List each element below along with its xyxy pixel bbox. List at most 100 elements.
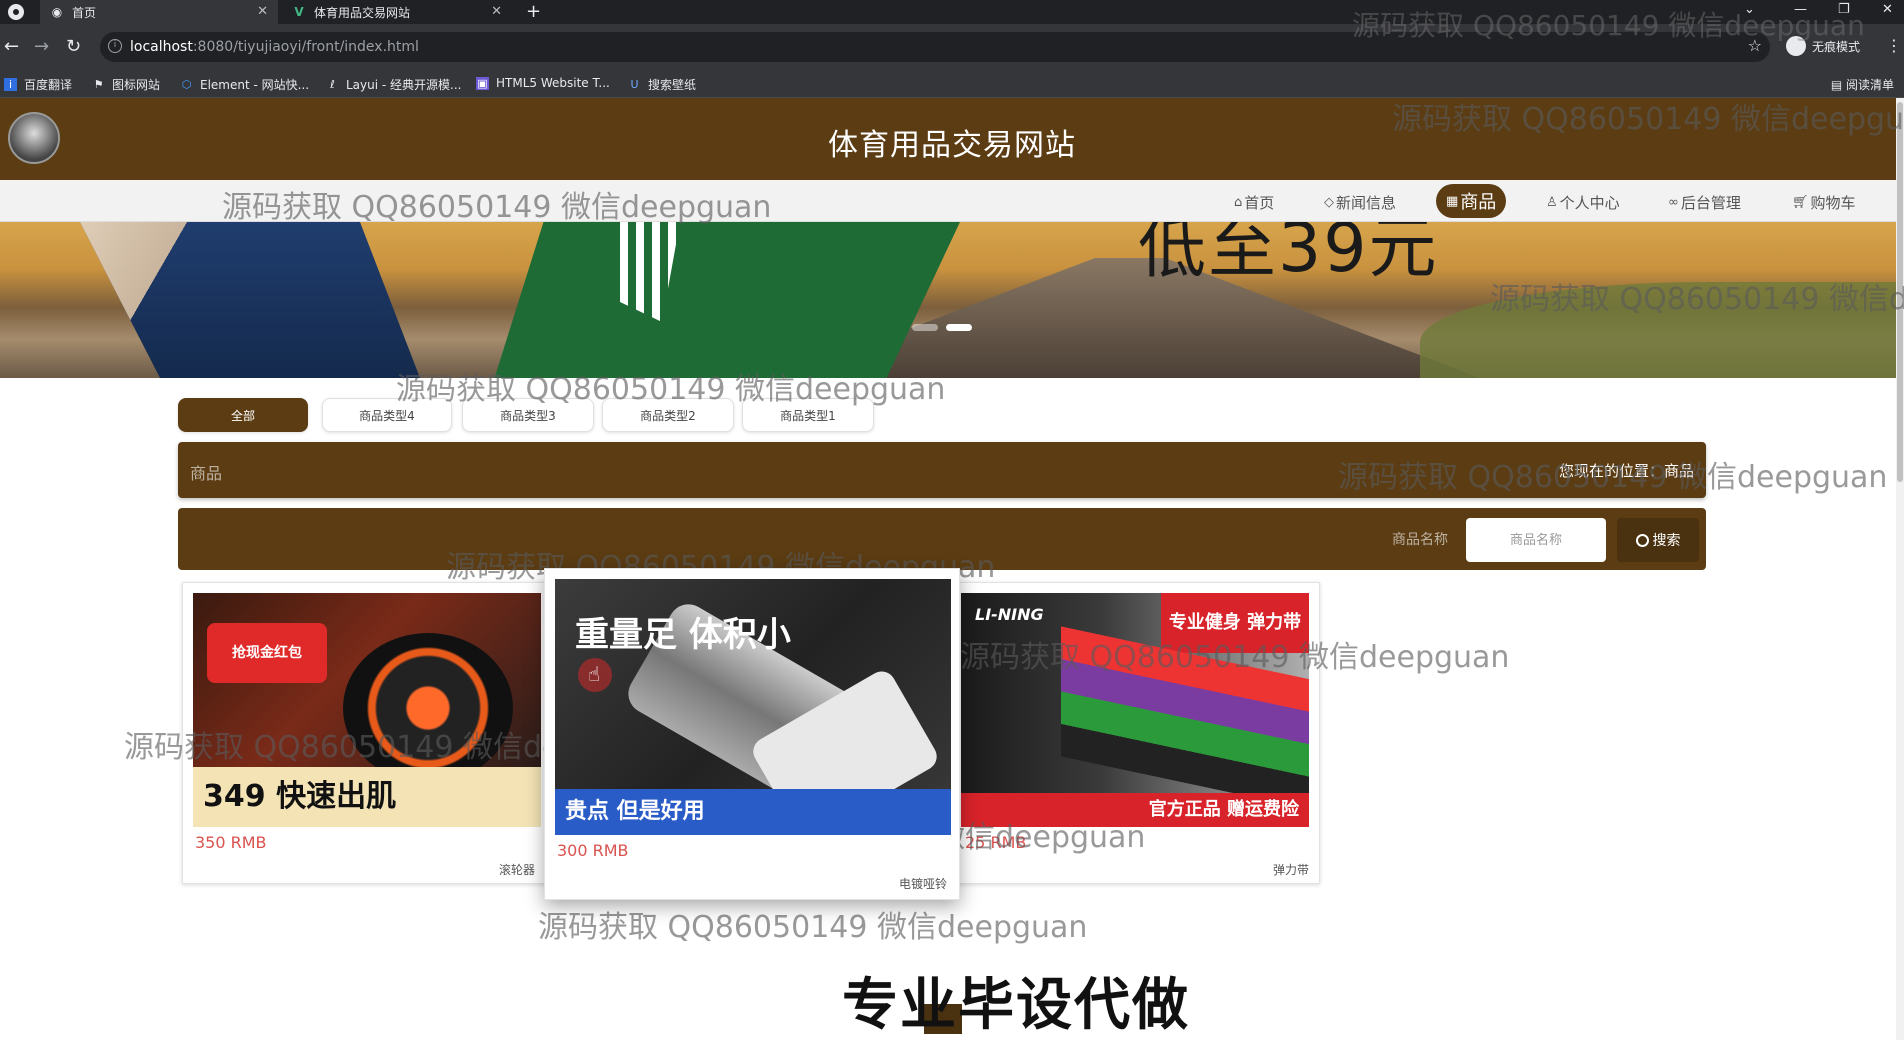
bottom-banner-text: 专业毕设代做	[842, 973, 1190, 1038]
product-image-footer: 贵点 但是好用	[555, 789, 951, 835]
product-card[interactable]: LI-NING 专业健身 弹力带 官方正品 赠运费险 25 RMB 弹力带	[950, 582, 1320, 884]
mouse-cursor-icon	[578, 658, 612, 692]
tab-home[interactable]: ◉ 首页 ✕	[40, 0, 278, 24]
banner-carousel[interactable]: 低至39元	[0, 222, 1896, 378]
bookmark-star-icon[interactable]: ☆	[1748, 36, 1762, 55]
product-image[interactable]: 重量足 体积小 贵点 但是好用	[555, 579, 951, 835]
search-button[interactable]: 搜索	[1617, 518, 1699, 562]
user-icon: ♙	[1546, 195, 1558, 210]
page: 体育用品交易网站 ⌂ 首页 ◇ 新闻信息 ▦ 商品 ♙ 个人中心 ∞ 后台管理 🛒︎ 购物车…	[0, 98, 1896, 1040]
wallpaper-icon: U	[630, 78, 639, 91]
reload-icon[interactable]: ↻	[66, 36, 81, 57]
breadcrumb-bar: 商品 您现在的位置：商品	[178, 442, 1706, 498]
reading-list-label: 阅读清单	[1845, 78, 1894, 92]
link-icon: ∞	[1668, 195, 1679, 210]
filter-all[interactable]: 全部	[178, 398, 308, 432]
product-image[interactable]: LI-NING 专业健身 弹力带 官方正品 赠运费险	[961, 593, 1309, 827]
bookmark-item[interactable]: U 搜索壁纸	[628, 76, 696, 93]
restore-icon[interactable]: ❐	[1838, 2, 1850, 17]
flag-icon: ⚑	[93, 78, 104, 91]
nav-products[interactable]: ▦ 商品	[1436, 184, 1507, 218]
product-image-logo: LI-NING	[975, 605, 1044, 624]
bookmarks-bar: i 百度翻译 ⚑ 图标网站 ⬡ Element - 网站快... ℓ Layui - 经…	[0, 70, 1904, 98]
minimize-icon[interactable]: —	[1794, 2, 1807, 17]
product-price: 25 RMB	[965, 833, 1027, 852]
bookmark-item[interactable]: ⬡ Element - 网站快...	[180, 76, 309, 93]
search-input[interactable]	[1466, 518, 1606, 562]
incognito-icon	[1786, 36, 1806, 56]
product-image-footer: 官方正品 赠运费险	[961, 793, 1309, 827]
product-card[interactable]: 抢现金红包 349 快速出肌 350 RMB 滚轮器	[182, 582, 550, 884]
close-window-icon[interactable]: ✕	[1882, 2, 1893, 17]
page-title: 商品	[190, 464, 223, 483]
search-bar: 商品名称 搜索	[178, 508, 1706, 570]
bookmark-item[interactable]: i 百度翻译	[4, 76, 72, 93]
bookmark-label: 搜索壁纸	[648, 78, 697, 92]
carousel-dot[interactable]	[912, 324, 938, 331]
carousel-dot-active[interactable]	[946, 324, 972, 331]
bookmark-item[interactable]: ℓ Layui - 经典开源模...	[326, 76, 461, 93]
home-icon: ⌂	[1234, 195, 1243, 210]
close-tab-icon[interactable]: ✕	[257, 4, 268, 19]
html5-icon: ▣	[476, 76, 489, 90]
vue-icon: V	[294, 5, 304, 19]
info-icon[interactable]: i	[108, 39, 122, 53]
bookmark-label: HTML5 Website T...	[496, 76, 610, 90]
profile-button[interactable]: 无痕模式	[1786, 36, 1860, 56]
product-image[interactable]: 抢现金红包 349 快速出肌	[193, 593, 541, 827]
grid-icon: ▦	[1446, 193, 1459, 209]
chrome-logo-icon	[8, 4, 24, 20]
nav-label: 首页	[1244, 194, 1275, 212]
nav-home[interactable]: ⌂ 首页	[1234, 192, 1274, 213]
search-button-label: 搜索	[1652, 533, 1681, 549]
new-tab-icon[interactable]: +	[526, 1, 541, 22]
product-price: 300 RMB	[557, 841, 629, 860]
back-icon[interactable]: ←	[4, 36, 19, 57]
filter-type-1[interactable]: 商品类型1	[742, 398, 874, 432]
translate-icon: i	[4, 78, 17, 91]
banner-model-2	[494, 222, 960, 378]
tab-search-icon[interactable]: ⌄	[1744, 2, 1755, 17]
cart-icon: 🛒︎	[1792, 195, 1809, 210]
product-image-badge: 抢现金红包	[207, 623, 327, 683]
element-icon: ⬡	[181, 78, 192, 91]
close-tab-icon[interactable]: ✕	[491, 4, 502, 19]
nav-label: 商品	[1460, 192, 1497, 213]
filter-type-4[interactable]: 商品类型4	[322, 398, 452, 432]
nav-label: 新闻信息	[1336, 194, 1397, 212]
nav-admin[interactable]: ∞ 后台管理	[1668, 192, 1741, 213]
nav-label: 后台管理	[1680, 194, 1741, 212]
scrollbar[interactable]	[1896, 98, 1904, 1040]
scrollbar-thumb[interactable]	[1897, 102, 1903, 482]
product-name: 滚轮器	[498, 863, 535, 877]
nav-cart[interactable]: 🛒︎ 购物车	[1792, 192, 1856, 213]
search-label: 商品名称	[1392, 532, 1448, 548]
tab-site[interactable]: V 体育用品交易网站 ✕	[282, 0, 512, 24]
nav-personal[interactable]: ♙ 个人中心	[1546, 192, 1620, 213]
banner-hill	[1420, 282, 1896, 378]
product-price: 350 RMB	[195, 833, 267, 852]
bookmark-item[interactable]: ⚑ 图标网站	[92, 76, 160, 93]
site-nav: ⌂ 首页 ◇ 新闻信息 ▦ 商品 ♙ 个人中心 ∞ 后台管理 🛒︎ 购物车	[0, 180, 1896, 222]
reading-list-icon: ▤	[1830, 78, 1846, 92]
breadcrumb: 您现在的位置：商品	[1558, 462, 1694, 480]
filter-type-3[interactable]: 商品类型3	[462, 398, 594, 432]
url-path: :8080/tiyujiaoyi/front/index.html	[192, 39, 419, 55]
reading-list-button[interactable]: ▤ 阅读清单	[1831, 76, 1894, 93]
nav-label: 购物车	[1810, 194, 1856, 212]
url-host: localhost	[130, 39, 193, 55]
forward-icon[interactable]: →	[34, 36, 49, 57]
menu-icon[interactable]: ⋮	[1886, 36, 1902, 55]
address-bar: ← → ↻ i localhost:8080/tiyujiaoyi/front/…	[0, 24, 1904, 70]
tag-icon: ◇	[1324, 195, 1334, 210]
bookmark-label: Layui - 经典开源模...	[346, 78, 462, 92]
bookmark-item[interactable]: ▣ HTML5 Website T...	[476, 76, 610, 90]
nav-label: 个人中心	[1559, 194, 1620, 212]
bookmark-label: 百度翻译	[24, 78, 73, 92]
filter-type-2[interactable]: 商品类型2	[602, 398, 734, 432]
banner-model-1	[80, 222, 420, 378]
url-field[interactable]: i localhost:8080/tiyujiaoyi/front/index.…	[100, 32, 1770, 62]
carousel-indicators	[912, 324, 972, 331]
nav-news[interactable]: ◇ 新闻信息	[1324, 192, 1396, 213]
product-card-hovered[interactable]: 重量足 体积小 贵点 但是好用 300 RMB 电镀哑铃	[544, 568, 960, 900]
